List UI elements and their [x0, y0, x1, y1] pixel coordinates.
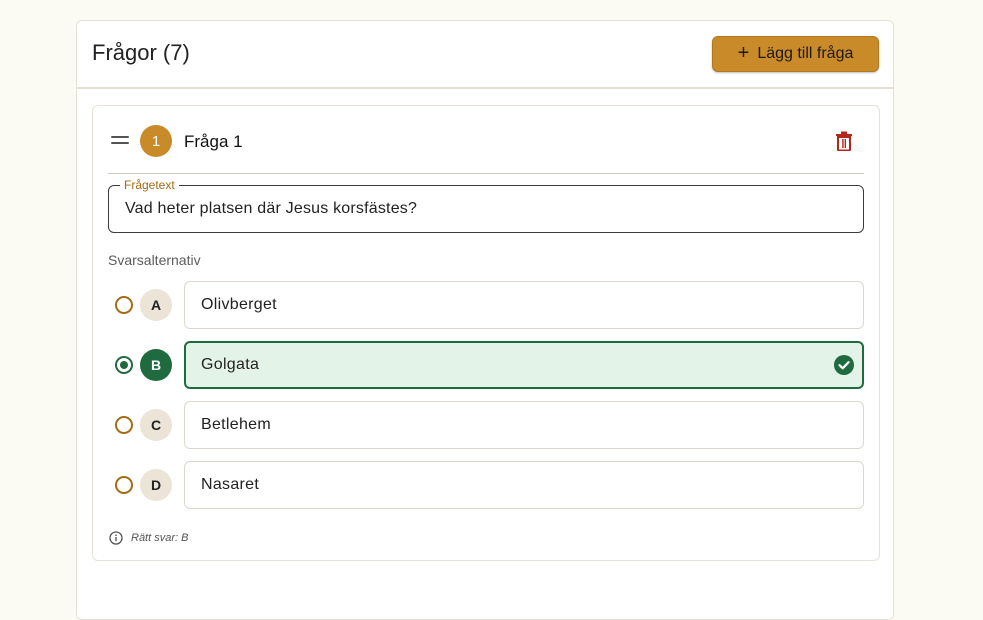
check-circle-icon: [834, 355, 854, 375]
question-text-label: Frågetext: [120, 178, 179, 192]
option-radio-c[interactable]: [115, 416, 133, 434]
correct-answer-info: Rätt svar: B: [109, 531, 188, 545]
add-question-label: Lägg till fråga: [757, 45, 854, 62]
option-input-c[interactable]: Betlehem: [184, 401, 864, 449]
panel-header: Frågor (7) + Lägg till fråga: [77, 21, 893, 89]
question-card: 1 Fråga 1 Frågetext Vad heter platsen dä…: [92, 105, 880, 561]
info-icon: [109, 531, 123, 545]
options-label: Svarsalternativ: [108, 252, 201, 268]
option-radio-d[interactable]: [115, 476, 133, 494]
question-text-field[interactable]: Frågetext Vad heter platsen där Jesus ko…: [108, 178, 864, 233]
option-text-a: Olivberget: [201, 296, 277, 313]
option-row-b: B Golgata: [108, 341, 864, 389]
option-letter-b: B: [140, 349, 172, 381]
header-divider: [108, 173, 864, 174]
question-text-value: Vad heter platsen där Jesus korsfästes?: [125, 200, 418, 217]
option-letter-a: A: [140, 289, 172, 321]
trash-icon[interactable]: [835, 131, 853, 151]
plus-icon: +: [737, 42, 750, 64]
page-title: Frågor (7): [92, 40, 190, 65]
option-text-d: Nasaret: [201, 476, 260, 493]
drag-handle-icon[interactable]: [111, 136, 129, 148]
option-radio-a[interactable]: [115, 296, 133, 314]
question-title: Fråga 1: [184, 132, 243, 151]
add-question-button[interactable]: + Lägg till fråga: [712, 36, 879, 72]
correct-answer-text: Rätt svar: B: [131, 532, 189, 544]
option-letter-c: C: [140, 409, 172, 441]
option-input-a[interactable]: Olivberget: [184, 281, 864, 329]
option-row-a: A Olivberget: [108, 281, 864, 329]
option-row-d: D Nasaret: [108, 461, 864, 509]
question-number-badge: 1: [140, 125, 172, 157]
option-radio-b[interactable]: [115, 356, 133, 374]
option-input-b[interactable]: Golgata: [184, 341, 864, 389]
option-input-d[interactable]: Nasaret: [184, 461, 864, 509]
option-row-c: C Betlehem: [108, 401, 864, 449]
questions-panel: Frågor (7) + Lägg till fråga 1 Fråga 1 F…: [76, 20, 894, 620]
option-letter-d: D: [140, 469, 172, 501]
question-card-header: 1 Fråga 1: [93, 106, 879, 174]
option-text-b: Golgata: [201, 356, 260, 373]
option-text-c: Betlehem: [201, 416, 271, 433]
